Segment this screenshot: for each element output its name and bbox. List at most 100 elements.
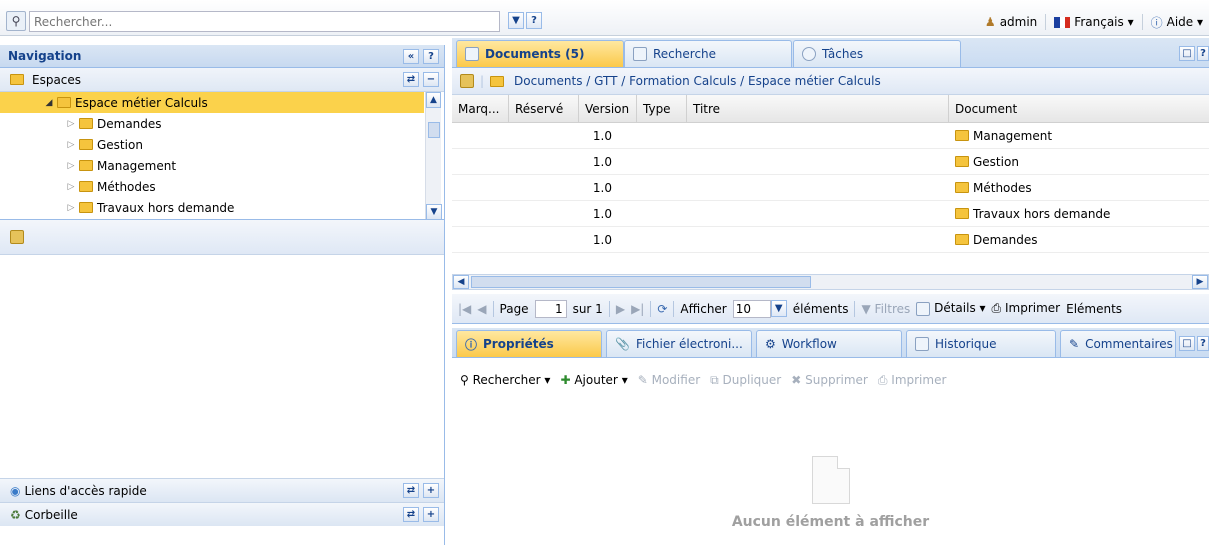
chevron-down-icon: ▾ [621,373,628,387]
details-button[interactable]: Détails ▾ [916,301,986,316]
delete-button[interactable]: ✖ Supprimer [791,373,868,387]
filters-label: Filtres [874,301,911,316]
collapsed-arrow-icon[interactable]: ▷ [66,119,76,129]
tree-node-methodes[interactable]: ▷ Méthodes [0,176,444,197]
scroll-left-icon[interactable]: ◀ [453,275,469,289]
maximize-icon[interactable]: □ [1179,46,1195,61]
folder-icon [490,75,505,87]
scrollbar-thumb[interactable] [428,122,440,138]
folder-icon [955,156,969,167]
maximize-icon[interactable]: □ [1179,336,1195,351]
cell-document: Demandes [949,227,1209,252]
previous-page-icon[interactable]: ◀ [477,302,486,316]
folder-icon [955,208,969,219]
tab-comments[interactable]: ✎ Commentaires [1060,330,1176,357]
help-menu[interactable]: ⓘ Aide ▾ [1151,14,1203,31]
expanded-arrow-icon[interactable]: ◢ [44,98,54,108]
add-folder-icon[interactable] [10,230,24,244]
print-button[interactable]: ⎙ Imprimer [992,301,1061,316]
navigation-panel: Navigation « ? Espaces ⇄ − ◢ Espace méti… [0,45,445,545]
tab-label: Tâches [822,47,864,61]
tree-scrollbar[interactable]: ▲ ▼ [425,92,442,219]
help-icon[interactable]: ? [526,12,542,29]
tab-tasks[interactable]: Tâches [793,40,961,67]
filters-button[interactable]: ▼ Filtres [861,302,910,316]
user-menu[interactable]: ♟ admin [985,15,1037,29]
tree-node-management[interactable]: ▷ Management [0,155,444,176]
column-header-reserve[interactable]: Réservé [509,95,579,122]
column-header-document[interactable]: Document [949,95,1209,122]
scroll-up-icon[interactable]: ▲ [426,92,441,108]
add-folder-icon[interactable] [460,74,474,88]
scroll-right-icon[interactable]: ▶ [1192,275,1208,289]
collapsed-arrow-icon[interactable]: ▷ [66,203,76,213]
grid-horizontal-scrollbar[interactable]: ◀ ▶ [452,274,1209,290]
collapse-icon[interactable]: − [423,72,439,87]
tree-node-espace-metier[interactable]: ◢ Espace métier Calculs [0,92,424,113]
tree-node-label: Travaux hors demande [97,200,235,215]
refresh-icon[interactable]: ⇄ [403,507,419,522]
add-menu-button[interactable]: ✚ Ajouter ▾ [560,373,627,387]
last-page-icon[interactable]: ▶| [631,302,644,316]
expand-icon[interactable]: + [423,483,439,498]
tab-electronic-file[interactable]: 📎 Fichier électroni... [606,330,752,357]
tab-history[interactable]: Historique [906,330,1056,357]
column-header-version[interactable]: Version [579,95,637,122]
modify-button[interactable]: ✎ Modifier [638,373,700,387]
tree-node-demandes[interactable]: ▷ Demandes [0,113,444,134]
table-row[interactable]: 1.0 Gestion [452,149,1209,175]
help-icon[interactable]: ? [1197,46,1209,61]
delete-icon: ✖ [791,373,802,387]
column-header-type[interactable]: Type [637,95,687,122]
refresh-icon[interactable]: ⇄ [403,72,419,87]
table-row[interactable]: 1.0 Méthodes [452,175,1209,201]
page-number-input[interactable] [534,299,567,318]
tree-node-gestion[interactable]: ▷ Gestion [0,134,444,155]
table-row[interactable]: 1.0 Travaux hors demande [452,201,1209,227]
scrollbar-thumb[interactable] [471,276,811,288]
documents-panel: Documents (5) Recherche Tâches □ ? | Doc… [452,38,1209,545]
table-row[interactable]: 1.0 Demandes [452,227,1209,253]
page-size-select[interactable]: ▼ [732,299,787,318]
quick-links-header[interactable]: ◉ Liens d'accès rapide ⇄ + [0,478,444,502]
search-input[interactable] [29,11,500,32]
column-header-marq[interactable]: Marq... [452,95,509,122]
breadcrumb-path[interactable]: Documents / GTT / Formation Calculs / Es… [514,74,881,88]
refresh-icon[interactable]: ⇄ [403,483,419,498]
help-icon[interactable]: ? [1197,336,1209,351]
tree-node-travaux[interactable]: ▷ Travaux hors demande [0,197,444,218]
collapsed-arrow-icon[interactable]: ▷ [66,140,76,150]
add-label: Ajouter [574,373,618,387]
tab-properties[interactable]: ⓘ Propriétés [456,330,602,357]
breadcrumb: | Documents / GTT / Formation Calculs / … [452,68,1209,95]
tree-node-label: Demandes [97,116,162,131]
page-size-input[interactable] [732,299,771,318]
cell-title [637,123,949,148]
tab-search[interactable]: Recherche [624,40,792,67]
user-name: admin [999,15,1038,29]
duplicate-button[interactable]: ⧉ Dupliquer [710,373,781,388]
tab-workflow[interactable]: ⚙ Workflow [756,330,902,357]
duplicate-icon: ⧉ [710,372,719,387]
spaces-header[interactable]: Espaces ⇄ − [0,68,444,92]
table-row[interactable]: 1.0 Management [452,123,1209,149]
tab-documents[interactable]: Documents (5) [456,40,624,67]
expand-icon[interactable]: + [423,507,439,522]
trash-header[interactable]: ♻ Corbeille ⇄ + [0,502,444,526]
print-button[interactable]: ⎙ Imprimer [878,373,947,388]
refresh-icon[interactable]: ⟳ [657,302,667,316]
language-menu[interactable]: Français ▾ [1054,15,1134,29]
search-menu-button[interactable]: ⚲ Rechercher ▾ [460,373,550,387]
chevron-down-icon[interactable]: ▼ [508,12,524,29]
search-icon[interactable]: ⚲ [6,11,26,31]
collapsed-arrow-icon[interactable]: ▷ [66,161,76,171]
chevron-down-icon[interactable]: ▼ [770,300,787,317]
next-page-icon[interactable]: ▶ [616,302,625,316]
column-header-titre[interactable]: Titre [687,95,949,122]
help-icon[interactable]: ? [423,49,439,64]
first-page-icon[interactable]: |◀ [458,302,471,316]
collapsed-arrow-icon[interactable]: ▷ [66,182,76,192]
main-tabstrip: Documents (5) Recherche Tâches □ ? [452,38,1209,68]
scroll-down-icon[interactable]: ▼ [426,204,442,219]
collapse-left-icon[interactable]: « [403,49,419,64]
